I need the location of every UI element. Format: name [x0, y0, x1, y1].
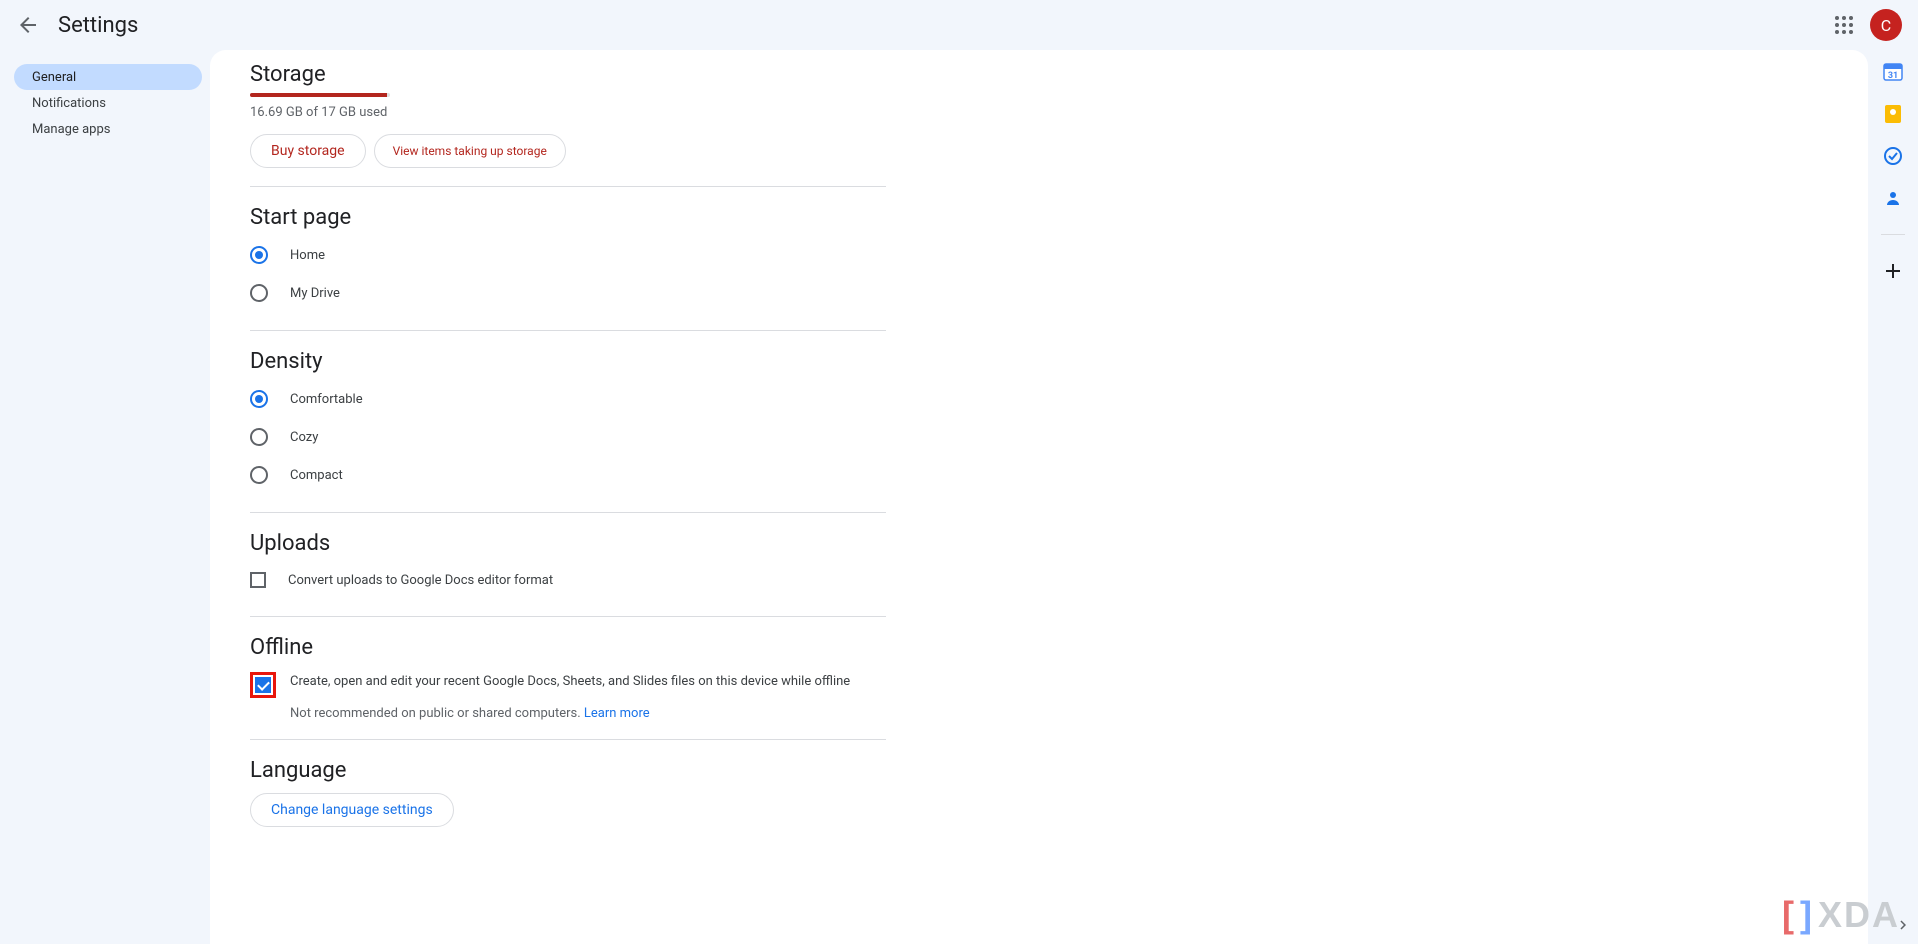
section-start-page: Start page Home My Drive: [250, 186, 886, 312]
change-language-button[interactable]: Change language settings: [250, 793, 454, 827]
storage-progress: [250, 93, 390, 97]
back-button[interactable]: [16, 13, 40, 37]
section-heading-uploads: Uploads: [250, 531, 886, 556]
sidebar-item-manage-apps[interactable]: Manage apps: [14, 116, 202, 142]
radio-icon: [250, 284, 268, 302]
section-storage: Storage 16.69 GB of 17 GB used Buy stora…: [250, 62, 886, 168]
settings-content: Storage 16.69 GB of 17 GB used Buy stora…: [210, 50, 1868, 944]
svg-text:31: 31: [1888, 71, 1898, 81]
get-addons-button[interactable]: [1883, 261, 1903, 281]
checkbox-offline[interactable]: [255, 677, 271, 693]
section-language: Language Change language settings: [250, 739, 886, 827]
subtext-prefix: Not recommended on public or shared comp…: [290, 706, 584, 721]
radio-icon: [250, 390, 268, 408]
section-uploads: Uploads Convert uploads to Google Docs e…: [250, 512, 886, 598]
learn-more-link[interactable]: Learn more: [584, 706, 650, 721]
radio-icon: [250, 246, 268, 264]
section-heading-storage: Storage: [250, 62, 886, 87]
option-label: Cozy: [290, 430, 318, 445]
rail-divider: [1881, 234, 1905, 235]
section-density: Density Comfortable Cozy Compact: [250, 330, 886, 494]
contacts-icon[interactable]: [1883, 188, 1903, 208]
view-storage-items-button[interactable]: View items taking up storage: [374, 134, 566, 168]
radio-option-comfortable[interactable]: Comfortable: [250, 380, 886, 418]
checkbox-option-convert-uploads[interactable]: Convert uploads to Google Docs editor fo…: [250, 562, 886, 598]
storage-usage-text: 16.69 GB of 17 GB used: [250, 105, 886, 120]
google-apps-button[interactable]: [1832, 13, 1856, 37]
radio-option-my-drive[interactable]: My Drive: [250, 274, 886, 312]
section-heading-offline: Offline: [250, 635, 886, 660]
option-label: Compact: [290, 468, 343, 483]
account-avatar[interactable]: C: [1870, 9, 1902, 41]
buy-storage-button[interactable]: Buy storage: [250, 134, 366, 168]
tasks-icon[interactable]: [1883, 146, 1903, 166]
keep-icon[interactable]: [1883, 104, 1903, 124]
calendar-icon[interactable]: 31: [1883, 62, 1903, 82]
checkbox-icon: [250, 572, 266, 588]
highlight-annotation: [250, 672, 276, 698]
page-title: Settings: [58, 13, 138, 38]
radio-option-compact[interactable]: Compact: [250, 456, 886, 494]
arrow-back-icon: [16, 13, 40, 37]
sidebar-item-general[interactable]: General: [14, 64, 202, 90]
radio-icon: [250, 466, 268, 484]
option-label: Comfortable: [290, 392, 363, 407]
option-label: Convert uploads to Google Docs editor fo…: [288, 573, 553, 588]
section-heading-density: Density: [250, 349, 886, 374]
sidebar: General Notifications Manage apps: [0, 50, 210, 944]
section-heading-start-page: Start page: [250, 205, 886, 230]
show-side-panel-button[interactable]: [1894, 916, 1912, 938]
sidebar-item-label: General: [32, 70, 76, 85]
offline-subtext: Not recommended on public or shared comp…: [290, 706, 886, 721]
sidebar-item-notifications[interactable]: Notifications: [14, 90, 202, 116]
sidebar-item-label: Manage apps: [32, 122, 110, 137]
radio-option-cozy[interactable]: Cozy: [250, 418, 886, 456]
chevron-right-icon: [1894, 916, 1912, 934]
option-label: Create, open and edit your recent Google…: [290, 674, 850, 689]
radio-option-home[interactable]: Home: [250, 236, 886, 274]
option-label: My Drive: [290, 286, 340, 301]
sidebar-item-label: Notifications: [32, 96, 106, 111]
topbar: Settings C: [0, 0, 1918, 50]
option-label: Home: [290, 248, 325, 263]
side-panel: 31: [1868, 50, 1918, 944]
radio-icon: [250, 428, 268, 446]
section-offline: Offline Create, open and edit your recen…: [250, 616, 886, 721]
section-heading-language: Language: [250, 758, 886, 783]
